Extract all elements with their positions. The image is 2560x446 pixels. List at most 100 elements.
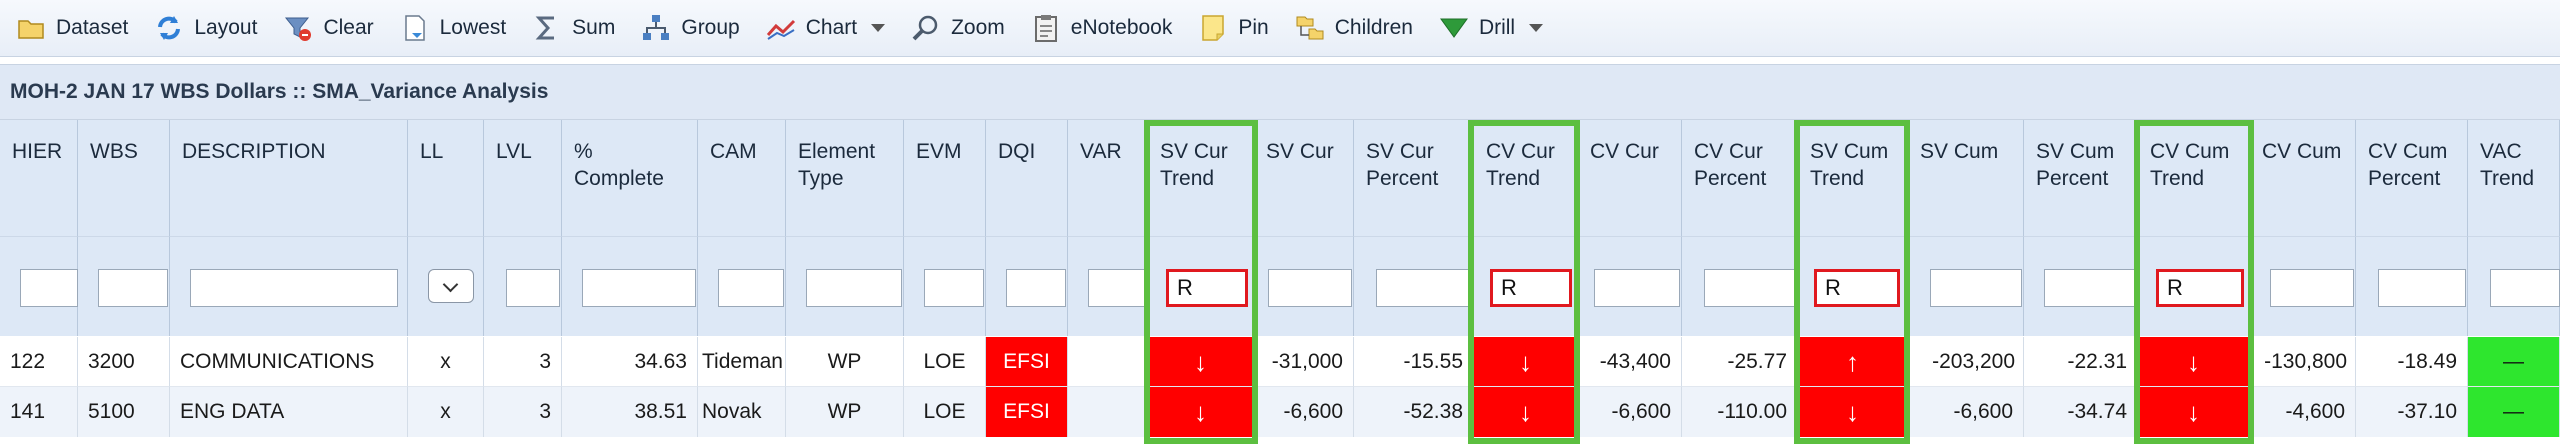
col-header-sv-cum-trend[interactable]: SV Cum Trend <box>1798 120 1908 236</box>
cell-pct-complete[interactable]: 34.63 <box>562 337 698 387</box>
filter-input-cv-cur-percent[interactable] <box>1704 269 1796 307</box>
col-header-ll[interactable]: LL <box>408 120 484 236</box>
filter-input-dqi[interactable] <box>1006 269 1066 307</box>
filter-input-cv-cur[interactable] <box>1594 269 1680 307</box>
cell-cv-cum[interactable]: -130,800 <box>2250 337 2356 387</box>
col-header-sv-cur[interactable]: SV Cur <box>1254 120 1354 236</box>
cell-cv-cur-percent[interactable]: -110.00 <box>1682 387 1798 437</box>
cell-cv-cur[interactable]: -43,400 <box>1578 337 1682 387</box>
zoom-button[interactable]: Zoom <box>895 8 1015 48</box>
col-header-description[interactable]: DESCRIPTION <box>170 120 408 236</box>
col-header-cv-cum-percent[interactable]: CV Cum Percent <box>2356 120 2468 236</box>
cell-hier[interactable]: 122 <box>0 337 78 387</box>
chevron-down-icon[interactable] <box>871 24 886 32</box>
filter-input-sv-cum-trend[interactable] <box>1814 269 1900 307</box>
col-header-hier[interactable]: HIER <box>0 120 78 236</box>
group-button[interactable]: Group <box>625 8 749 48</box>
cell-vac-trend[interactable]: — <box>2468 387 2560 437</box>
layout-button[interactable]: Layout <box>138 8 267 48</box>
cell-pct-complete[interactable]: 38.51 <box>562 387 698 437</box>
col-header-wbs[interactable]: WBS <box>78 120 170 236</box>
filter-input-cv-cum-trend[interactable] <box>2156 269 2244 307</box>
dataset-button[interactable]: Dataset <box>0 8 138 48</box>
cell-cv-cur[interactable]: -6,600 <box>1578 387 1682 437</box>
col-header-cv-cum-trend[interactable]: CV Cum Trend <box>2138 120 2250 236</box>
cell-wbs[interactable]: 5100 <box>78 387 170 437</box>
cell-wbs[interactable]: 3200 <box>78 337 170 387</box>
filter-input-vac-trend[interactable] <box>2490 269 2560 307</box>
lowest-button[interactable]: Lowest <box>384 8 517 48</box>
filter-input-sv-cur[interactable] <box>1268 269 1352 307</box>
cell-sv-cur-trend[interactable]: ↓ <box>1148 337 1254 387</box>
cell-sv-cum-trend[interactable]: ↑ <box>1798 337 1908 387</box>
filter-input-pct-complete[interactable] <box>582 269 696 307</box>
col-header-cv-cur-percent[interactable]: CV Cur Percent <box>1682 120 1798 236</box>
cell-sv-cur-percent[interactable]: -15.55 <box>1354 337 1474 387</box>
cell-cv-cur-percent[interactable]: -25.77 <box>1682 337 1798 387</box>
cell-dqi[interactable]: EFSI <box>986 387 1068 437</box>
cell-sv-cur-trend[interactable]: ↓ <box>1148 387 1254 437</box>
clear-button[interactable]: Clear <box>267 8 383 48</box>
filter-input-wbs[interactable] <box>98 269 168 307</box>
cell-var[interactable] <box>1068 387 1148 437</box>
col-header-vac-trend[interactable]: VAC Trend <box>2468 120 2560 236</box>
sum-button[interactable]: Sum <box>516 8 625 48</box>
cell-sv-cum-trend[interactable]: ↓ <box>1798 387 1908 437</box>
filter-input-description[interactable] <box>190 269 398 307</box>
col-header-element-type[interactable]: Element Type <box>786 120 904 236</box>
cell-dqi[interactable]: EFSI <box>986 337 1068 387</box>
cell-cv-cur-trend[interactable]: ↓ <box>1474 387 1578 437</box>
col-header-sv-cum[interactable]: SV Cum <box>1908 120 2024 236</box>
cell-sv-cum-percent[interactable]: -22.31 <box>2024 337 2138 387</box>
col-header-cv-cur-trend[interactable]: CV Cur Trend <box>1474 120 1578 236</box>
drill-button[interactable]: Drill <box>1423 8 1553 48</box>
enotebook-button[interactable]: eNotebook <box>1015 8 1183 48</box>
cell-sv-cur[interactable]: -6,600 <box>1254 387 1354 437</box>
filter-select-ll[interactable] <box>428 269 474 303</box>
col-header-cv-cum[interactable]: CV Cum <box>2250 120 2356 236</box>
cell-sv-cum[interactable]: -6,600 <box>1908 387 2024 437</box>
col-header-dqi[interactable]: DQI <box>986 120 1068 236</box>
cell-cam[interactable]: Tideman <box>698 337 786 387</box>
cell-lvl[interactable]: 3 <box>484 387 562 437</box>
cell-sv-cum-percent[interactable]: -34.74 <box>2024 387 2138 437</box>
col-header-var[interactable]: VAR <box>1068 120 1148 236</box>
cell-description[interactable]: COMMUNICATIONS <box>170 337 408 387</box>
filter-input-cam[interactable] <box>718 269 784 307</box>
filter-input-evm[interactable] <box>924 269 984 307</box>
cell-sv-cum[interactable]: -203,200 <box>1908 337 2024 387</box>
col-header-sv-cur-trend[interactable]: SV Cur Trend <box>1148 120 1254 236</box>
cell-cv-cum[interactable]: -4,600 <box>2250 387 2356 437</box>
cell-cam[interactable]: Novak <box>698 387 786 437</box>
cell-element-type[interactable]: WP <box>786 387 904 437</box>
col-header-sv-cur-percent[interactable]: SV Cur Percent <box>1354 120 1474 236</box>
children-button[interactable]: Children <box>1279 8 1423 48</box>
cell-element-type[interactable]: WP <box>786 337 904 387</box>
filter-input-element-type[interactable] <box>806 269 902 307</box>
cell-lvl[interactable]: 3 <box>484 337 562 387</box>
filter-input-sv-cur-percent[interactable] <box>1376 269 1472 307</box>
filter-input-hier[interactable] <box>20 269 78 307</box>
pin-button[interactable]: Pin <box>1182 8 1278 48</box>
cell-hier[interactable]: 141 <box>0 387 78 437</box>
cell-ll[interactable]: x <box>408 387 484 437</box>
cell-vac-trend[interactable]: — <box>2468 337 2560 387</box>
chevron-down-icon[interactable] <box>1529 24 1544 32</box>
cell-evm[interactable]: LOE <box>904 337 986 387</box>
filter-input-cv-cum[interactable] <box>2270 269 2354 307</box>
cell-description[interactable]: ENG DATA <box>170 387 408 437</box>
filter-input-lvl[interactable] <box>506 269 560 307</box>
cell-cv-cum-trend[interactable]: ↓ <box>2138 387 2250 437</box>
cell-var[interactable] <box>1068 337 1148 387</box>
cell-cv-cum-percent[interactable]: -18.49 <box>2356 337 2468 387</box>
filter-input-sv-cur-trend[interactable] <box>1166 269 1248 307</box>
cell-ll[interactable]: x <box>408 337 484 387</box>
col-header-cam[interactable]: CAM <box>698 120 786 236</box>
col-header-sv-cum-percent[interactable]: SV Cum Percent <box>2024 120 2138 236</box>
col-header-pct-complete[interactable]: % Complete <box>562 120 698 236</box>
cell-cv-cum-trend[interactable]: ↓ <box>2138 337 2250 387</box>
cell-sv-cur-percent[interactable]: -52.38 <box>1354 387 1474 437</box>
filter-input-cv-cur-trend[interactable] <box>1490 269 1572 307</box>
filter-input-cv-cum-percent[interactable] <box>2378 269 2466 307</box>
cell-sv-cur[interactable]: -31,000 <box>1254 337 1354 387</box>
